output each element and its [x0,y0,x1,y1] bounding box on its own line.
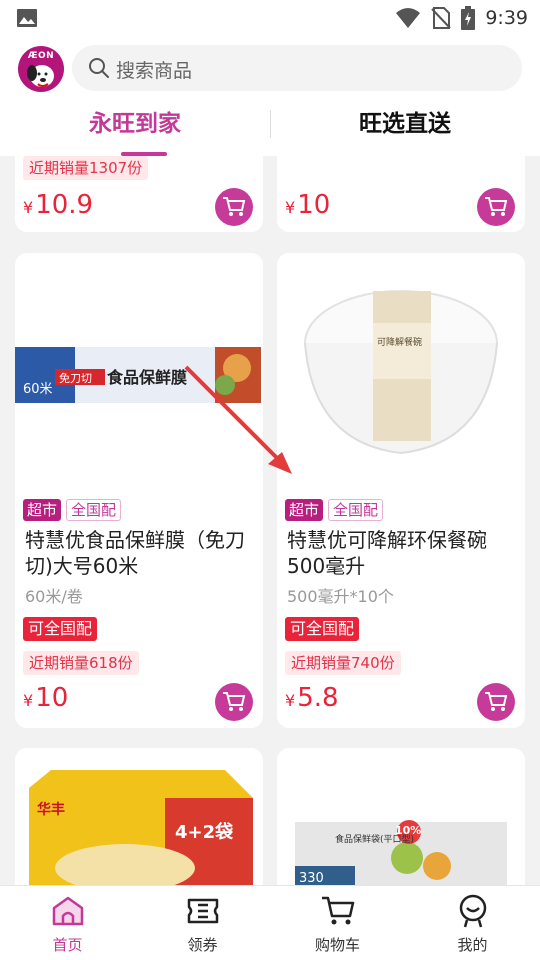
search-icon [89,58,109,78]
price: ¥ 10 [285,190,330,220]
cart-icon [485,692,508,711]
product-grid: 近期销量1307份 ¥ 10.9 ¥ 10 60米 免刀切 食品保鲜膜 超市 全… [0,156,540,885]
product-name: 特慧优食品保鲜膜（免刀切)大号60米 [25,528,245,578]
bottom-nav: 首页 领券 购物车 我的 [0,885,540,960]
status-bar: 9:39 [0,0,540,36]
cart-icon [485,197,508,216]
home-icon [52,896,83,926]
add-to-cart-button[interactable] [477,188,515,226]
price-value: 10 [297,190,331,220]
tab-aeon-home[interactable]: 永旺到家 [0,102,270,156]
coupon-icon [187,898,218,924]
film-cut-text: 免刀切 [59,371,92,385]
search-input[interactable]: 搜索商品 [72,45,522,91]
search-placeholder: 搜索商品 [116,60,193,82]
sales-badge: 近期销量618份 [23,651,139,675]
sales-badge: 近期销量1307份 [23,156,149,180]
price-value: 10.9 [35,190,94,220]
product-image-cling-film: 60米 免刀切 食品保鲜膜 [15,347,261,403]
price: ¥ 5.8 [285,683,339,713]
product-name: 特慧优可降解环保餐碗500毫升 [287,528,487,578]
nav-cart-label: 购物车 [314,936,360,954]
currency-symbol: ¥ [285,691,296,710]
tag-supermarket: 超市 [285,499,324,521]
cart-icon [223,692,246,711]
dog-mascot-icon [27,65,54,87]
nav-coupons-label: 领券 [187,936,218,954]
status-time: 9:39 [485,7,528,29]
product-spec: 500毫升*10个 [287,587,394,606]
noodle-brand-text: 华丰 [37,801,65,818]
currency-symbol: ¥ [285,198,296,217]
tab-bar: 永旺到家 旺选直送 [0,102,540,156]
wifi-icon [396,8,421,28]
tag-row: 超市 全国配 [23,499,122,521]
noodle-promo-text: 4+2袋 [175,821,234,843]
product-image-storage-bags: 食品保鲜袋(平口型) 330 10% [295,820,507,885]
nationwide-delivery-badge: 可全国配 [23,617,98,641]
add-to-cart-button[interactable] [215,683,253,721]
product-card-partial-right[interactable]: ¥ 10 [277,156,525,232]
price: ¥ 10 [23,683,68,713]
product-card[interactable]: 60米 免刀切 食品保鲜膜 超市 全国配 特慧优食品保鲜膜（免刀切)大号60米 … [15,253,263,728]
tag-nationwide: 全国配 [66,499,122,521]
price: ¥ 10.9 [23,190,93,220]
add-to-cart-button[interactable] [215,188,253,226]
tab-direct-delivery[interactable]: 旺选直送 [270,102,540,156]
header: ÆON 搜索商品 永旺到家 旺选直送 [0,36,540,156]
film-size-text: 60米 [23,382,53,397]
product-image-paper-bowls: 可降解餐碗 [304,290,498,455]
nav-home-label: 首页 [52,936,83,954]
product-card-partial-noodles[interactable]: 华丰 4+2袋 [15,748,263,885]
aeon-logo[interactable]: ÆON [18,46,64,92]
sales-badge: 近期销量740份 [285,651,401,675]
nav-profile-label: 我的 [457,936,488,954]
profile-icon [459,894,486,928]
battery-icon [461,6,476,30]
product-card-partial-left[interactable]: 近期销量1307份 ¥ 10.9 [15,156,263,232]
nationwide-delivery-badge: 可全国配 [285,617,360,641]
film-title-text: 食品保鲜膜 [106,368,187,387]
currency-symbol: ¥ [23,691,34,710]
price-value: 10 [35,683,69,713]
product-spec: 60米/卷 [25,587,83,606]
cart-icon [321,896,354,925]
image-notification-icon [17,9,37,27]
product-card-partial-bags[interactable]: 食品保鲜袋(平口型) 330 10% [277,748,525,885]
tag-nationwide: 全国配 [328,499,384,521]
bag-badge-text: 10% [395,824,421,837]
nav-cart[interactable]: 购物车 [270,886,405,960]
price-value: 5.8 [297,683,339,713]
nav-home[interactable]: 首页 [0,886,135,960]
tag-supermarket: 超市 [23,499,62,521]
nav-profile[interactable]: 我的 [405,886,540,960]
add-to-cart-button[interactable] [477,683,515,721]
no-sim-icon [431,7,452,29]
bag-count-text: 330 [299,871,324,885]
bowl-label-text: 可降解餐碗 [377,336,422,348]
cart-icon [223,197,246,216]
currency-symbol: ¥ [23,198,34,217]
product-card[interactable]: 可降解餐碗 超市 全国配 特慧优可降解环保餐碗500毫升 500毫升*10个 可… [277,253,525,728]
product-image-noodles: 华丰 4+2袋 [29,770,253,885]
tag-row: 超市 全国配 [285,499,384,521]
nav-coupons[interactable]: 领券 [135,886,270,960]
